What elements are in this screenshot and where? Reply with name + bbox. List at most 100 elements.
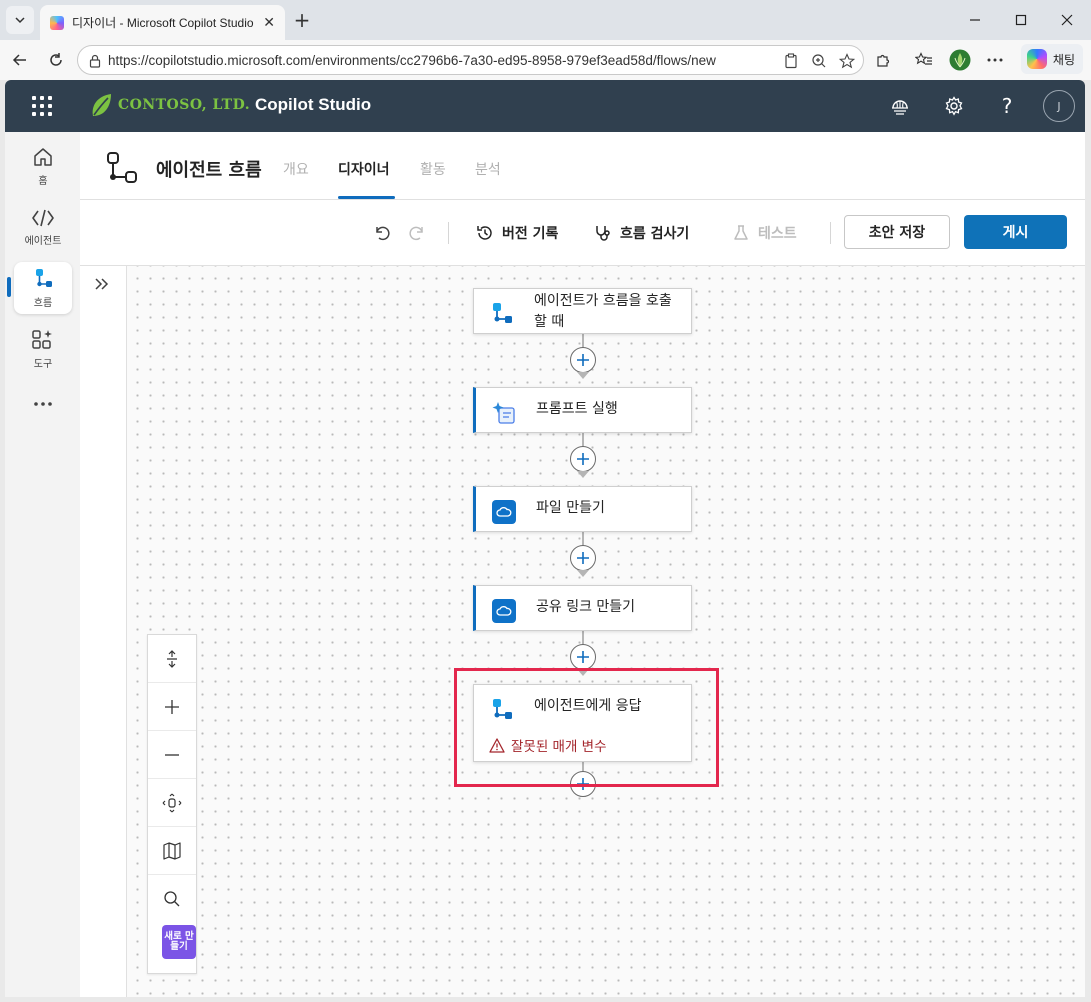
chat-label: 채팅: [1052, 52, 1075, 67]
fit-vertical-button[interactable]: [148, 635, 196, 683]
error-highlight-box: [454, 668, 719, 787]
flow-title-icon: [107, 152, 137, 183]
agent-flow-icon: [36, 268, 52, 287]
redo-icon: [409, 226, 423, 241]
redo-button[interactable]: [406, 222, 428, 244]
node-title: 공유 링크 만들기: [536, 599, 636, 615]
flow-node-create-share-link[interactable]: 공유 링크 만들기: [473, 585, 692, 631]
help-button[interactable]: ?: [995, 94, 1019, 118]
add-step-button[interactable]: [570, 446, 596, 472]
profile-button[interactable]: [947, 48, 973, 72]
stethoscope-icon: [596, 226, 610, 241]
settings-button[interactable]: [942, 94, 966, 118]
clipboard-icon[interactable]: [781, 51, 801, 71]
connector-arrow: [577, 372, 589, 379]
version-history-label: 버전 기록: [502, 226, 559, 242]
save-draft-button[interactable]: 초안 저장: [844, 215, 950, 249]
add-step-button[interactable]: [570, 644, 596, 670]
more-horizontal-icon: [987, 58, 1003, 62]
question-mark-icon: ?: [1001, 94, 1013, 118]
refresh-icon: [50, 53, 62, 66]
rail-more-button[interactable]: [14, 384, 72, 424]
rail-item-flows[interactable]: 흐름: [14, 262, 72, 314]
beaker-icon: [734, 225, 748, 240]
browser-tab[interactable]: 디자이너 - Microsoft Copilot Studio ✕: [40, 5, 285, 40]
settings-more-button[interactable]: [982, 48, 1008, 72]
active-tab-indicator: [338, 196, 395, 199]
product-name[interactable]: Copilot Studio: [255, 95, 371, 115]
command-bar: 버전 기록 흐름 검사기 테스트 초안 저장 게시: [80, 200, 1085, 266]
version-history-button[interactable]: 버전 기록: [476, 218, 558, 248]
favorite-star-icon[interactable]: [837, 51, 857, 71]
home-icon: [34, 147, 52, 166]
rail-label-agents: 에이전트: [24, 235, 62, 247]
more-horizontal-icon: [34, 402, 52, 406]
code-brackets-icon: [32, 209, 54, 226]
puzzle-icon: [877, 54, 890, 67]
tools-grid-icon: [32, 329, 52, 349]
profile-avatar-icon: [949, 49, 971, 71]
history-icon: [477, 226, 492, 240]
environment-button[interactable]: [888, 94, 912, 118]
zoom-icon[interactable]: [809, 51, 829, 71]
tab-overview[interactable]: 개요: [283, 159, 309, 179]
node-title: 프롬프트 실행: [536, 401, 618, 417]
flow-canvas[interactable]: 에이전트가 흐름을 호출할 때 프롬프트 실행 파일 만들기 공유 링크 만들기: [127, 266, 1085, 997]
flow-node-run-prompt[interactable]: 프롬프트 실행: [473, 387, 692, 433]
flow-checker-button[interactable]: 흐름 검사기: [594, 218, 689, 248]
plus-icon: [165, 699, 179, 714]
close-tab-icon[interactable]: ✕: [263, 15, 275, 31]
node-title: 에이전트가 흐름을 호출할 때: [534, 293, 672, 330]
extensions-button[interactable]: [870, 48, 896, 72]
rail-item-agents[interactable]: 에이전트: [14, 201, 72, 253]
maximize-button[interactable]: [1009, 8, 1033, 32]
test-button[interactable]: 테스트: [732, 218, 797, 248]
new-tab-button[interactable]: +: [290, 8, 314, 32]
lock-icon[interactable]: [88, 53, 102, 72]
rail-item-home[interactable]: 홈: [14, 140, 72, 192]
fit-to-screen-button[interactable]: [148, 779, 196, 827]
copilot-chat-button[interactable]: 채팅: [1020, 44, 1083, 74]
minimap-button[interactable]: [148, 827, 196, 875]
add-step-button[interactable]: [570, 545, 596, 571]
publish-button[interactable]: 게시: [964, 215, 1067, 249]
flow-node-trigger[interactable]: 에이전트가 흐름을 호출할 때: [473, 288, 692, 334]
app-launcher-icon[interactable]: [32, 96, 52, 116]
rail-item-tools[interactable]: 도구: [14, 323, 72, 375]
map-icon: [163, 841, 181, 860]
expand-chevron-icon[interactable]: [93, 276, 109, 292]
copilot-studio-favicon-icon: [50, 15, 64, 30]
tab-list-button[interactable]: [6, 6, 34, 34]
zoom-out-button[interactable]: [148, 731, 196, 779]
node-title: 파일 만들기: [536, 500, 605, 516]
minimize-button[interactable]: [963, 8, 987, 32]
main-area: 에이전트 흐름 개요 디자이너 활동 분석 버전 기록 흐름 검사기 테스트 초…: [80, 132, 1085, 997]
app-header: CONTOSO, LTD. Copilot Studio ? J: [5, 80, 1085, 132]
tab-activity[interactable]: 활동: [420, 159, 446, 179]
rail-label-flows: 흐름: [33, 297, 53, 309]
zoom-in-button[interactable]: [148, 683, 196, 731]
url-input[interactable]: https://copilotstudio.microsoft.com/envi…: [77, 45, 864, 75]
close-icon: [1061, 14, 1073, 26]
search-icon: [164, 891, 180, 907]
favorites-button[interactable]: [911, 48, 937, 72]
close-window-button[interactable]: [1055, 8, 1079, 32]
tab-designer[interactable]: 디자이너: [338, 159, 390, 179]
page-header: 에이전트 흐름 개요 디자이너 활동 분석: [80, 132, 1085, 200]
flow-node-create-file[interactable]: 파일 만들기: [473, 486, 692, 532]
new-badge[interactable]: 새로 만들기: [162, 925, 196, 959]
browser-tab-bar: 디자이너 - Microsoft Copilot Studio ✕ +: [0, 0, 1091, 40]
back-button[interactable]: [7, 48, 33, 72]
connector-arrow: [577, 471, 589, 478]
add-step-button[interactable]: [570, 347, 596, 373]
refresh-button[interactable]: [43, 48, 69, 72]
globe-environment-icon: [892, 100, 908, 115]
undo-button[interactable]: [371, 222, 393, 244]
contoso-leaf-logo-icon: [92, 94, 111, 116]
search-button[interactable]: [148, 875, 196, 923]
tab-analytics[interactable]: 분석: [475, 159, 501, 179]
onedrive-icon: [491, 499, 517, 525]
plus-icon: [577, 453, 589, 465]
user-avatar[interactable]: J: [1043, 90, 1075, 122]
undo-icon: [376, 226, 390, 241]
